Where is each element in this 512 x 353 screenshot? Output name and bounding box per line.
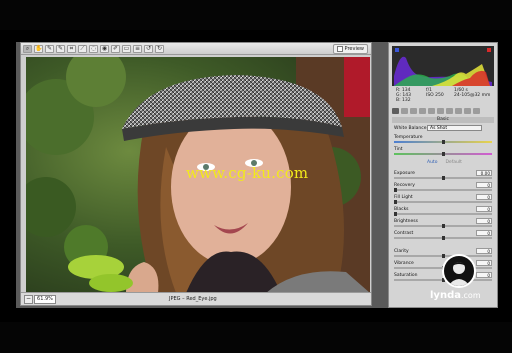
preview-checkbox[interactable] xyxy=(336,46,343,52)
effects-tab-icon[interactable] xyxy=(446,108,453,114)
section-title: Basic xyxy=(392,117,494,123)
adjustment-brush-icon[interactable]: ✐ xyxy=(111,44,120,53)
zoom-tool-icon[interactable]: ⌕ xyxy=(23,44,32,53)
slider-value-field[interactable]: 0 xyxy=(476,194,492,200)
watermark-text: www.cg-ku.com xyxy=(186,164,309,182)
slider-value-field[interactable]: 0.00 xyxy=(476,170,492,176)
letterbox-bottom xyxy=(0,322,512,353)
camera-calibration-tab-icon[interactable] xyxy=(455,108,462,114)
readout-lens: 24-105@32 mm xyxy=(454,93,491,98)
slider-track[interactable] xyxy=(394,189,492,191)
slider-contrast: Contrast 0 xyxy=(394,230,492,240)
slider-blacks: Blacks 0 xyxy=(394,206,492,216)
slider-tint: Tint xyxy=(394,147,492,156)
logo-text: lynda.com xyxy=(430,290,490,301)
slider-value-field[interactable]: 0 xyxy=(476,182,492,188)
auto-default-links: Auto Default xyxy=(427,160,462,165)
logo-portrait-icon xyxy=(442,254,476,288)
slider-track[interactable] xyxy=(394,201,492,203)
graduated-filter-icon[interactable]: ▭ xyxy=(122,44,131,53)
slider-brightness: Brightness 0 xyxy=(394,218,492,228)
slider-label: Vibrance xyxy=(394,261,414,266)
letterbox-top xyxy=(0,0,512,30)
zoom-out-button[interactable]: − xyxy=(24,295,33,304)
status-bar: − 61.9% JPEG – Red_Eye.jpg xyxy=(21,292,371,305)
crop-tool-icon[interactable]: ⌗ xyxy=(67,44,76,53)
slider-handle[interactable] xyxy=(394,188,397,192)
slider-handle[interactable] xyxy=(441,236,445,240)
preferences-icon[interactable]: ≡ xyxy=(133,44,142,53)
white-balance-label: White Balance: xyxy=(394,126,428,131)
straighten-tool-icon[interactable]: ⟋ xyxy=(78,44,87,53)
slider-value-field[interactable]: 0 xyxy=(476,218,492,224)
slider-value-field[interactable]: 0 xyxy=(476,230,492,236)
rotate-right-icon[interactable]: ↻ xyxy=(155,44,164,53)
slider-handle[interactable] xyxy=(441,140,445,144)
slider-temperature: Temperature xyxy=(394,135,492,144)
logo-suffix: .com xyxy=(460,291,481,300)
slider-label: Tint xyxy=(394,147,403,152)
slider-label: Saturation xyxy=(394,273,418,278)
histogram xyxy=(392,46,494,86)
split-toning-tab-icon[interactable] xyxy=(428,108,435,114)
slider-recovery: Recovery 0 xyxy=(394,182,492,192)
basic-tab-icon[interactable] xyxy=(392,108,399,114)
slider-track[interactable] xyxy=(394,213,492,215)
auto-link[interactable]: Auto xyxy=(427,160,437,165)
shadow-clip-icon xyxy=(395,48,399,52)
video-frame: ⌕ ✋ ✎ ✎ ⌗ ⟋ ◌ ◉ ✐ ▭ ≡ ↺ ↻ Preview − 61.9… xyxy=(0,0,512,353)
lens-tab-icon[interactable] xyxy=(437,108,444,114)
highlight-clip-icon xyxy=(487,48,491,52)
slider-label: Brightness xyxy=(394,219,418,224)
presets-tab-icon[interactable] xyxy=(464,108,471,114)
logo-brand: lynda xyxy=(430,290,461,301)
tool-bar: ⌕ ✋ ✎ ✎ ⌗ ⟋ ◌ ◉ ✐ ▭ ≡ ↺ ↻ Preview xyxy=(21,43,371,55)
white-balance-select[interactable]: As Shot xyxy=(427,125,482,131)
spot-removal-icon[interactable]: ◌ xyxy=(89,44,98,53)
red-eye-icon[interactable]: ◉ xyxy=(100,44,109,53)
hand-tool-icon[interactable]: ✋ xyxy=(34,44,43,53)
slider-handle[interactable] xyxy=(394,212,397,216)
pixel-readout: R: 134 G: 143 B: 132 f/1 ISO 250 1/60 s … xyxy=(392,88,494,105)
slider-handle[interactable] xyxy=(441,176,445,180)
slider-label: Temperature xyxy=(394,135,423,140)
slider-label: Clarity xyxy=(394,249,409,254)
hsl-tab-icon[interactable] xyxy=(419,108,426,114)
color-sampler-icon[interactable]: ✎ xyxy=(56,44,65,53)
slider-handle[interactable] xyxy=(441,152,445,156)
histogram-graph xyxy=(394,48,492,86)
zoom-level-field[interactable]: 61.9% xyxy=(34,295,56,304)
detail-tab-icon[interactable] xyxy=(410,108,417,114)
slider-handle[interactable] xyxy=(441,224,445,228)
slider-exposure: Exposure 0.00 xyxy=(394,170,492,180)
slider-handle[interactable] xyxy=(394,200,397,204)
panel-tabs xyxy=(392,107,494,115)
preview-toggle[interactable]: Preview xyxy=(332,44,368,54)
default-link[interactable]: Default xyxy=(445,160,461,165)
tone-curve-tab-icon[interactable] xyxy=(401,108,408,114)
rotate-left-icon[interactable]: ↺ xyxy=(144,44,153,53)
slider-label: Recovery xyxy=(394,183,415,188)
preview-label: Preview xyxy=(344,46,364,52)
slider-label: Exposure xyxy=(394,171,415,176)
lynda-logo: lynda.com xyxy=(430,254,482,314)
readout-b: B: 132 xyxy=(396,98,411,103)
snapshots-tab-icon[interactable] xyxy=(473,108,480,114)
slider-fill-light: Fill Light 0 xyxy=(394,194,492,204)
white-balance-tool-icon[interactable]: ✎ xyxy=(45,44,54,53)
slider-label: Contrast xyxy=(394,231,414,236)
readout-iso: ISO 250 xyxy=(426,93,444,98)
slider-value-field[interactable]: 0 xyxy=(476,206,492,212)
filename-label: JPEG – Red_Eye.jpg xyxy=(169,296,217,302)
